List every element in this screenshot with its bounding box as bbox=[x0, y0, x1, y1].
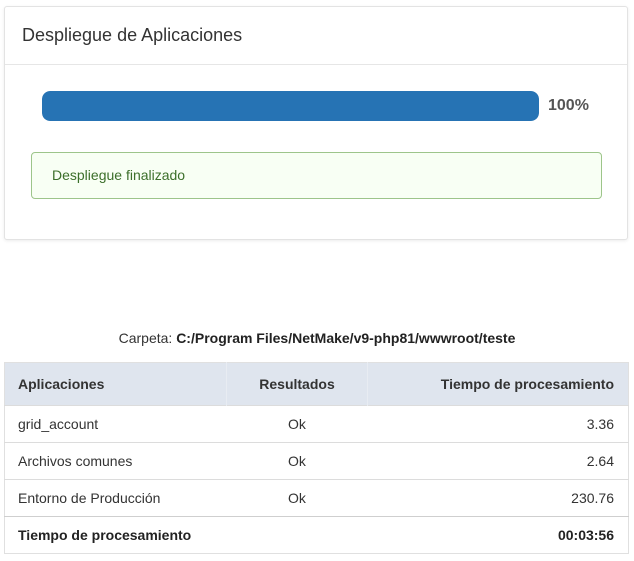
panel-title: Despliegue de Aplicaciones bbox=[5, 7, 627, 65]
cell-application: Archivos comunes bbox=[4, 442, 227, 480]
cell-time: 230.76 bbox=[367, 479, 629, 517]
cell-application: Entorno de Producción bbox=[4, 479, 227, 517]
total-time-label: Tiempo de procesamiento bbox=[4, 516, 368, 554]
column-header-processing-time: Tiempo de procesamiento bbox=[367, 362, 629, 406]
status-alert: Despliegue finalizado bbox=[31, 152, 602, 199]
progress-fill bbox=[42, 91, 539, 121]
cell-time: 3.36 bbox=[367, 405, 629, 443]
folder-path: C:/Program Files/NetMake/v9-php81/wwwroo… bbox=[176, 330, 516, 346]
progress-row: 100% bbox=[42, 91, 602, 123]
cell-time: 2.64 bbox=[367, 442, 629, 480]
status-message: Despliegue finalizado bbox=[52, 167, 186, 183]
column-header-applications: Aplicaciones bbox=[4, 362, 227, 406]
table-row: Archivos comunes Ok 2.64 bbox=[4, 442, 629, 480]
total-time-value: 00:03:56 bbox=[367, 516, 629, 554]
table-row: Entorno de Producción Ok 230.76 bbox=[4, 479, 629, 517]
folder-info: Carpeta: C:/Program Files/NetMake/v9-php… bbox=[0, 330, 634, 346]
table-footer-row: Tiempo de procesamiento 00:03:56 bbox=[4, 516, 629, 554]
cell-result: Ok bbox=[226, 442, 368, 480]
column-header-results: Resultados bbox=[226, 362, 368, 406]
progress-bar bbox=[42, 91, 539, 121]
cell-result: Ok bbox=[226, 405, 368, 443]
deployment-panel: Despliegue de Aplicaciones 100% Desplieg… bbox=[4, 6, 628, 240]
cell-result: Ok bbox=[226, 479, 368, 517]
table-row: grid_account Ok 3.36 bbox=[4, 405, 629, 443]
folder-label: Carpeta: bbox=[118, 330, 173, 346]
progress-percentage: 100% bbox=[548, 97, 589, 114]
cell-application: grid_account bbox=[4, 405, 227, 443]
table-header-row: Aplicaciones Resultados Tiempo de proces… bbox=[4, 362, 629, 406]
results-table: Aplicaciones Resultados Tiempo de proces… bbox=[4, 362, 629, 554]
